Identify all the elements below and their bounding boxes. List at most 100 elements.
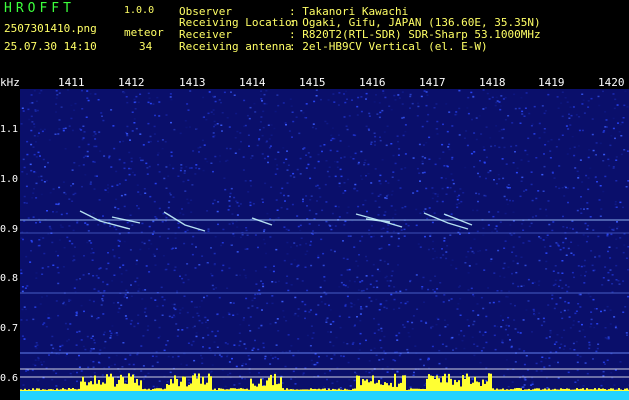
x-tick-1414: 1414 [239, 76, 266, 89]
noise-pixel [427, 113, 430, 116]
noise-pixel [40, 193, 43, 196]
noise-pixel [22, 384, 25, 386]
noise-pixel [326, 170, 329, 173]
noise-pixel [522, 229, 525, 231]
noise-pixel [277, 330, 280, 332]
noise-pixel [179, 275, 181, 277]
noise-pixel [422, 276, 425, 279]
noise-pixel [225, 147, 228, 150]
level-bar [210, 376, 212, 391]
noise-pixel [615, 264, 618, 267]
noise-pixel [342, 192, 345, 194]
meteor-count: 34 [139, 40, 153, 53]
noise-pixel [594, 256, 597, 258]
noise-pixel [216, 330, 219, 332]
noise-pixel [572, 106, 575, 108]
noise-pixel [55, 300, 58, 302]
noise-pixel [565, 254, 568, 256]
noise-pixel [250, 185, 252, 187]
noise-pixel [331, 212, 334, 215]
noise-pixel [324, 120, 327, 123]
level-bar [608, 389, 610, 391]
noise-pixel [361, 235, 364, 238]
level-bar [622, 390, 624, 391]
noise-pixel [360, 150, 363, 153]
noise-pixel [37, 151, 40, 154]
noise-pixel [290, 345, 293, 347]
noise-pixel [379, 111, 382, 114]
noise-pixel [368, 296, 371, 299]
noise-pixel [223, 91, 226, 94]
noise-pixel [255, 283, 258, 285]
noise-pixel [428, 136, 431, 139]
noise-pixel [425, 187, 428, 190]
noise-pixel [93, 339, 96, 341]
noise-pixel [75, 311, 78, 314]
noise-pixel [262, 285, 265, 288]
noise-pixel [509, 224, 512, 226]
noise-pixel [495, 183, 498, 185]
noise-pixel [381, 109, 384, 112]
noise-pixel [548, 336, 551, 338]
noise-pixel [619, 123, 622, 126]
noise-pixel [306, 289, 309, 292]
noise-pixel [495, 96, 498, 99]
noise-pixel [450, 298, 453, 300]
noise-pixel [555, 341, 558, 343]
noise-pixel [402, 134, 405, 137]
noise-pixel [384, 211, 387, 213]
noise-pixel [582, 385, 585, 387]
level-bar [260, 378, 262, 391]
noise-pixel [487, 171, 490, 174]
noise-pixel [158, 335, 161, 338]
noise-pixel [239, 340, 242, 343]
noise-pixel [533, 281, 536, 284]
noise-pixel [548, 357, 551, 359]
level-bar [228, 389, 230, 391]
noise-pixel [589, 326, 592, 328]
level-bar [398, 383, 400, 391]
level-bar [484, 383, 486, 391]
noise-pixel [239, 274, 242, 276]
noise-pixel [545, 337, 548, 339]
noise-pixel [425, 91, 428, 93]
noise-pixel [168, 315, 171, 318]
noise-pixel [275, 217, 278, 220]
noise-pixel [213, 120, 216, 123]
noise-pixel [81, 108, 84, 110]
noise-pixel [311, 363, 314, 365]
noise-pixel [395, 290, 398, 293]
noise-pixel [224, 188, 227, 191]
level-bar [352, 388, 354, 391]
noise-pixel [359, 342, 362, 345]
noise-pixel [325, 355, 328, 357]
noise-pixel [45, 179, 48, 182]
noise-pixel [420, 320, 423, 322]
noise-pixel [73, 287, 76, 289]
level-bar [220, 388, 222, 391]
noise-pixel [311, 126, 314, 129]
noise-pixel [240, 140, 242, 143]
noise-pixel [131, 224, 134, 226]
noise-pixel [215, 287, 218, 289]
noise-pixel [499, 221, 502, 223]
noise-pixel [455, 267, 458, 270]
noise-pixel [615, 180, 618, 182]
noise-pixel [72, 229, 75, 232]
level-bar [332, 388, 334, 391]
noise-pixel [42, 361, 45, 363]
noise-pixel [29, 102, 32, 104]
noise-pixel [59, 224, 62, 226]
level-bar [596, 389, 598, 391]
noise-pixel [220, 124, 223, 126]
noise-pixel [176, 335, 179, 337]
level-bar [418, 388, 420, 391]
noise-pixel [585, 240, 588, 243]
noise-pixel [325, 293, 328, 295]
noise-pixel [119, 370, 122, 373]
noise-pixel [80, 129, 83, 131]
noise-pixel [525, 189, 528, 191]
noise-pixel [21, 107, 24, 109]
level-bar [528, 388, 530, 391]
noise-pixel [561, 187, 564, 189]
